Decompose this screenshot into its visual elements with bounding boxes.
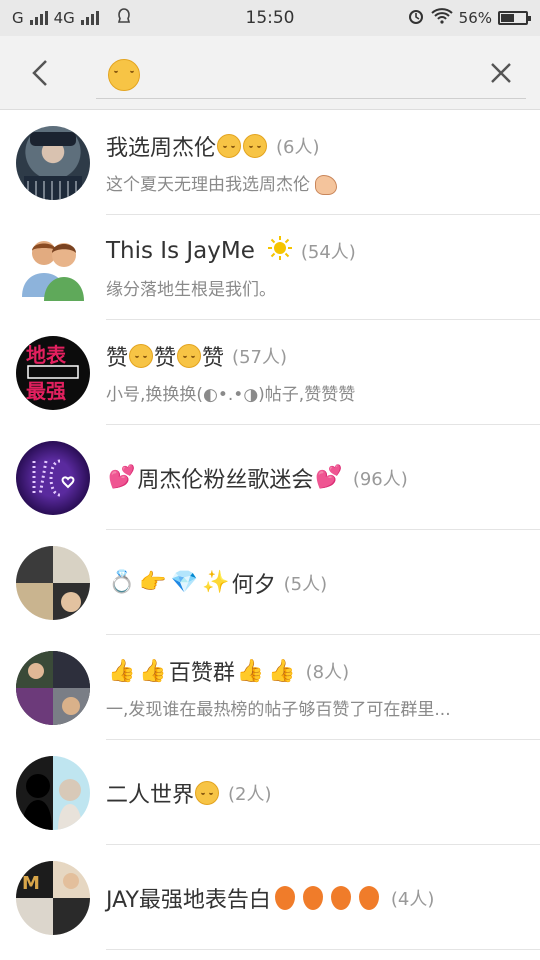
group-desc: 一,发现谁在最热榜的帖子够百赞了可在群里... bbox=[106, 700, 451, 720]
thumbs-up-icon: 👍 bbox=[108, 658, 136, 684]
svg-text:M: M bbox=[22, 873, 40, 894]
thumbs-up-icon: 👍 bbox=[268, 658, 296, 684]
avatar: 地表 最强 bbox=[16, 335, 90, 410]
group-desc: 这个夏天无理由我选周杰伦 bbox=[106, 175, 310, 195]
member-count: (4人) bbox=[390, 888, 435, 910]
list-item[interactable]: 👍 👍 百赞群 👍 👍 (8人) 一,发现谁在最热榜的帖子够百赞了可在群里... bbox=[0, 635, 540, 740]
avatar: M bbox=[16, 860, 90, 935]
group-name-part: 赞 bbox=[154, 346, 177, 371]
group-info: 💍 👉 💎 ✨ 何夕 (5人) bbox=[106, 567, 540, 599]
chevron-left-icon bbox=[32, 59, 47, 86]
member-count: (57人) bbox=[232, 347, 287, 368]
status-bar: G 4G 15:50 56% bbox=[0, 0, 540, 36]
group-list: 我选周杰伦 (6人) 这个夏天无理由我选周杰伦 This Is JayMe (5… bbox=[0, 110, 540, 950]
balloon-icon bbox=[302, 885, 323, 910]
list-item[interactable]: This Is JayMe (54人) 缘分落地生根是我们。 bbox=[0, 215, 540, 320]
list-item[interactable]: 二人世界 (2人) bbox=[0, 740, 540, 845]
smiley-emoji-icon bbox=[108, 59, 140, 91]
group-name: 何夕 bbox=[231, 572, 276, 598]
avatar bbox=[16, 230, 90, 305]
happy-emoji-icon bbox=[243, 134, 268, 158]
qq-icon bbox=[115, 7, 133, 29]
list-item[interactable]: 💍 👉 💎 ✨ 何夕 (5人) bbox=[0, 530, 540, 635]
back-button[interactable] bbox=[10, 36, 70, 110]
kiss-emoji-icon bbox=[177, 344, 202, 368]
group-name: 二人世界 bbox=[106, 782, 195, 808]
member-count: (54人) bbox=[300, 242, 356, 263]
svg-text:地表: 地表 bbox=[26, 343, 67, 367]
carrier-label: G bbox=[12, 9, 24, 27]
flex-arm-emoji-icon bbox=[315, 175, 338, 195]
list-item[interactable]: 💕 周杰伦粉丝歌迷会 💕 (96人) bbox=[0, 425, 540, 530]
thumbs-up-icon: 👍 bbox=[236, 658, 265, 684]
hearts-icon: 💕 bbox=[108, 465, 136, 490]
group-desc: 缘分落地生根是我们。 bbox=[106, 280, 276, 300]
balloon-icon bbox=[358, 885, 379, 910]
group-name-part: 赞 bbox=[202, 346, 225, 371]
signal-icon bbox=[29, 11, 48, 25]
group-info: 我选周杰伦 (6人) 这个夏天无理由我选周杰伦 bbox=[106, 130, 540, 195]
avatar bbox=[16, 545, 90, 620]
ring-icon: 💍 bbox=[108, 570, 136, 595]
battery-icon bbox=[498, 11, 531, 25]
member-count: (2人) bbox=[228, 783, 272, 805]
thumbs-up-icon: 👍 bbox=[139, 658, 167, 684]
clear-button[interactable] bbox=[486, 58, 516, 88]
sun-icon bbox=[267, 235, 293, 267]
balloon-icon bbox=[274, 885, 295, 910]
clock: 15:50 bbox=[245, 8, 295, 28]
group-info: JAY最强地表告白 (4人) bbox=[106, 882, 540, 914]
hearts-icon: 💕 bbox=[315, 465, 343, 490]
list-item[interactable]: 地表 最强 赞 赞 赞 (57人) 小号,换换换(◐•.•◑)帖子,赞赞赞 bbox=[0, 320, 540, 425]
member-count: (8人) bbox=[305, 662, 350, 683]
member-count: (6人) bbox=[276, 137, 320, 158]
pointing-hand-icon: 👉 bbox=[139, 570, 167, 595]
blush-emoji-icon bbox=[129, 344, 154, 368]
wifi-icon bbox=[430, 8, 453, 28]
alarm-icon bbox=[407, 7, 425, 29]
group-name: 百赞群 bbox=[168, 661, 235, 686]
group-info: This Is JayMe (54人) 缘分落地生根是我们。 bbox=[106, 235, 540, 300]
group-name: JAY最强地表告白 bbox=[106, 887, 271, 913]
member-count: (96人) bbox=[352, 468, 408, 490]
member-count: (5人) bbox=[283, 573, 328, 595]
search-header bbox=[0, 36, 540, 110]
battery-percent: 56% bbox=[458, 9, 492, 27]
diamond-icon: 💎 bbox=[170, 570, 199, 595]
group-info: 👍 👍 百赞群 👍 👍 (8人) 一,发现谁在最热榜的帖子够百赞了可在群里... bbox=[106, 655, 540, 721]
happy-emoji-icon bbox=[195, 780, 220, 805]
svg-text:最强: 最强 bbox=[26, 379, 66, 403]
close-icon bbox=[491, 63, 511, 83]
group-info: 💕 周杰伦粉丝歌迷会 💕 (96人) bbox=[106, 462, 540, 494]
group-name: 周杰伦粉丝歌迷会 bbox=[137, 467, 314, 493]
list-item[interactable]: M JAY最强地表告白 (4人) bbox=[0, 845, 540, 950]
list-item[interactable]: 我选周杰伦 (6人) 这个夏天无理由我选周杰伦 bbox=[0, 110, 540, 215]
group-name: This Is JayMe bbox=[106, 238, 255, 264]
avatar bbox=[16, 125, 90, 200]
search-input[interactable] bbox=[96, 52, 526, 99]
happy-emoji-icon bbox=[217, 134, 242, 158]
group-desc: 小号,换换换(◐•.•◑)帖子,赞赞赞 bbox=[106, 385, 356, 405]
group-info: 二人世界 (2人) bbox=[106, 777, 540, 809]
group-name-part: 赞 bbox=[106, 346, 129, 371]
group-name: 我选周杰伦 bbox=[106, 136, 217, 161]
status-right: 56% bbox=[407, 7, 531, 29]
network-label: 4G bbox=[53, 9, 75, 27]
sparkle-icon: ✨ bbox=[202, 570, 230, 595]
avatar bbox=[16, 650, 90, 725]
signal-icon-2 bbox=[80, 11, 99, 25]
status-left: G 4G bbox=[12, 7, 133, 29]
group-info: 赞 赞 赞 (57人) 小号,换换换(◐•.•◑)帖子,赞赞赞 bbox=[106, 340, 540, 405]
avatar bbox=[16, 755, 90, 830]
avatar bbox=[16, 440, 90, 515]
balloon-icon bbox=[330, 885, 351, 910]
